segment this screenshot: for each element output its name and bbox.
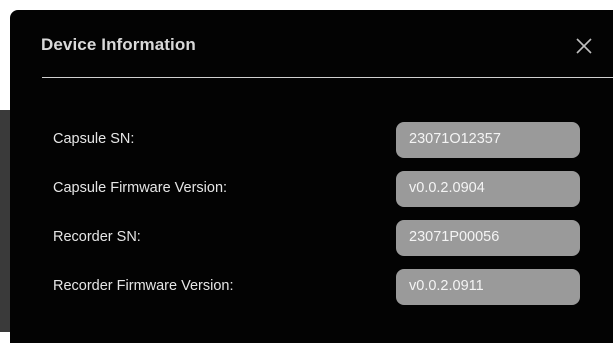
header-divider <box>42 77 613 78</box>
capsule-sn-field: 23071O12357 <box>396 122 580 158</box>
capsule-firmware-field: v0.0.2.0904 <box>396 171 580 207</box>
recorder-sn-row: Recorder SN: 23071P00056 <box>10 220 613 256</box>
capsule-sn-row: Capsule SN: 23071O12357 <box>10 122 613 158</box>
recorder-firmware-label: Recorder Firmware Version: <box>53 278 234 294</box>
capsule-sn-label: Capsule SN: <box>53 131 135 147</box>
recorder-firmware-row: Recorder Firmware Version: v0.0.2.0911 <box>10 269 613 305</box>
recorder-firmware-field: v0.0.2.0911 <box>396 269 580 305</box>
recorder-sn-label: Recorder SN: <box>53 229 141 245</box>
dialog-header: Device Information <box>10 10 613 78</box>
device-information-dialog: Device Information Capsule SN: 23071O123… <box>10 10 613 343</box>
close-icon <box>576 38 592 54</box>
capsule-firmware-label: Capsule Firmware Version: <box>53 180 228 196</box>
background-window-edge <box>0 110 10 332</box>
close-button[interactable] <box>573 35 595 57</box>
capsule-firmware-row: Capsule Firmware Version: v0.0.2.0904 <box>10 171 613 207</box>
dialog-title: Device Information <box>41 35 196 54</box>
recorder-sn-field: 23071P00056 <box>396 220 580 256</box>
